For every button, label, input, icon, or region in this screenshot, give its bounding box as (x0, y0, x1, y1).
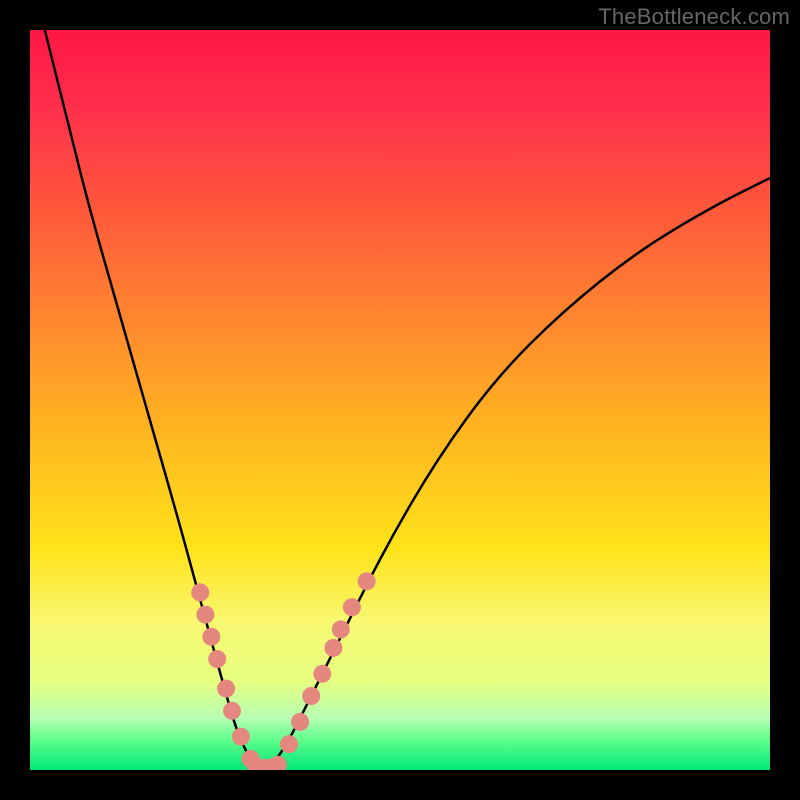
marker-dot (269, 756, 287, 770)
marker-dot (217, 680, 235, 698)
curve-svg (30, 30, 770, 770)
marker-dot (254, 759, 272, 770)
marker-dot (302, 687, 320, 705)
marker-dot (313, 665, 331, 683)
marker-dot (202, 628, 220, 646)
marker-dot (196, 606, 214, 624)
bottleneck-curve (45, 30, 770, 770)
marker-dot (358, 572, 376, 590)
marker-dot (242, 750, 260, 768)
marker-dot (332, 620, 350, 638)
marker-dot (291, 713, 309, 731)
watermark-text: TheBottleneck.com (598, 4, 790, 30)
marker-dot (191, 583, 209, 601)
marker-group (191, 572, 376, 770)
marker-dot (232, 728, 250, 746)
marker-dot (343, 598, 361, 616)
marker-dot (223, 702, 241, 720)
marker-dot (262, 759, 280, 770)
marker-dot (280, 735, 298, 753)
marker-dot (324, 639, 342, 657)
marker-dot (208, 650, 226, 668)
plot-area (30, 30, 770, 770)
marker-dot (247, 757, 265, 770)
chart-container: TheBottleneck.com (0, 0, 800, 800)
